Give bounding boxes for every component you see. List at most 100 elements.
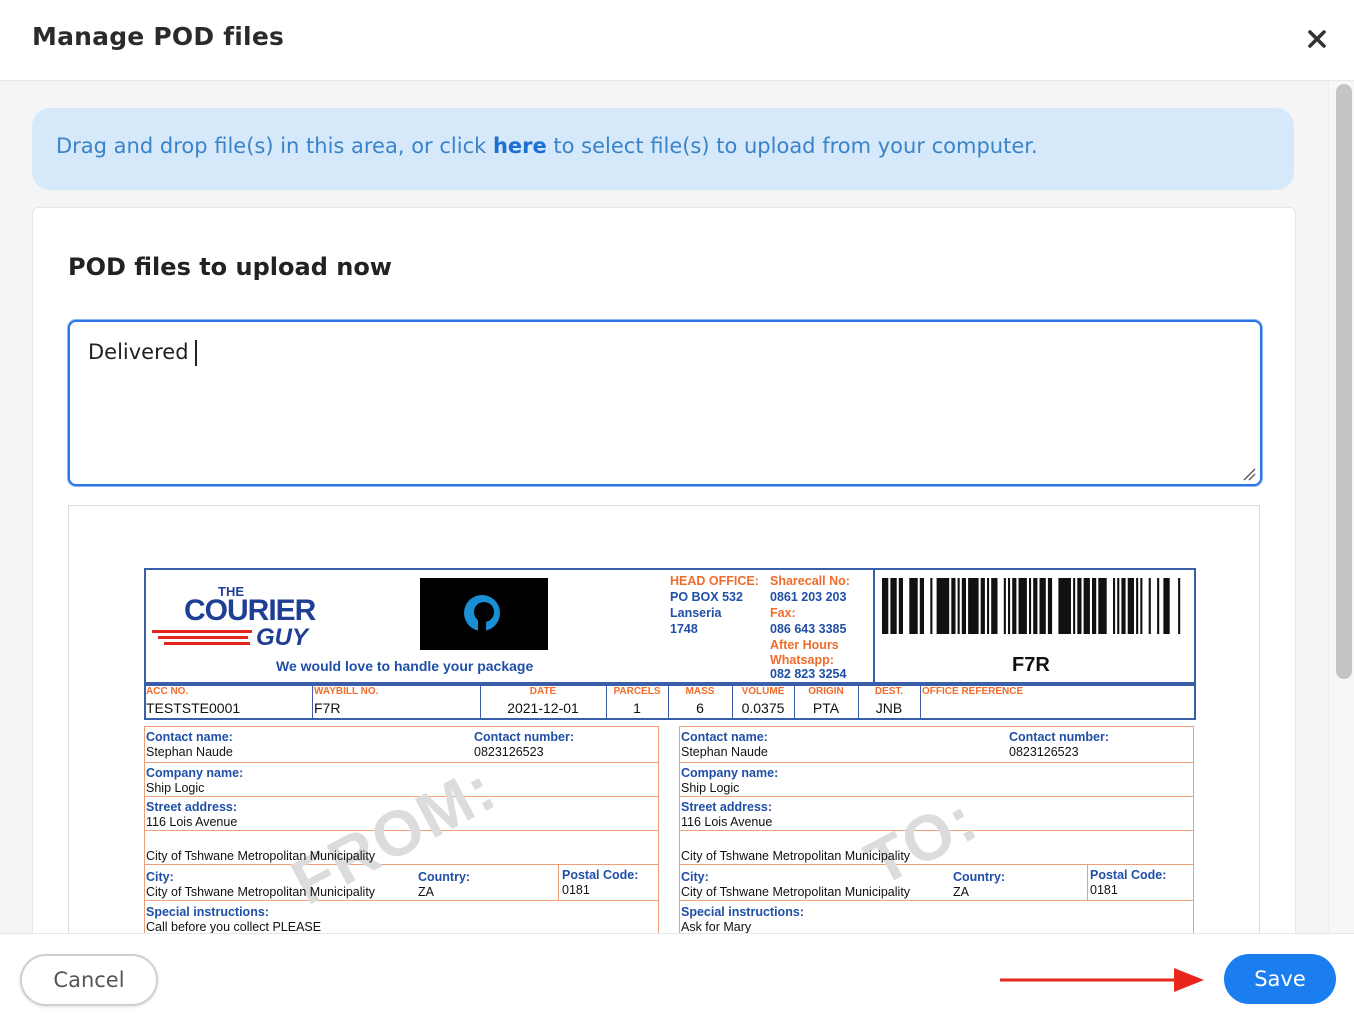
waybill-tagline: We would love to handle your package bbox=[276, 658, 534, 674]
to-contact-name-label: Contact name: bbox=[681, 730, 768, 744]
file-dropzone[interactable]: Drag and drop file(s) in this area, or c… bbox=[32, 108, 1294, 190]
resize-handle-icon[interactable] bbox=[1242, 467, 1256, 481]
from-company: Ship Logic bbox=[146, 781, 205, 795]
dropzone-text: Drag and drop file(s) in this area, or c… bbox=[56, 134, 1038, 158]
waybill-field-divider bbox=[920, 684, 921, 718]
logo-stripe bbox=[152, 630, 252, 633]
save-button[interactable]: Save bbox=[1224, 954, 1336, 1004]
barcode-bar bbox=[991, 578, 998, 634]
cancel-button[interactable]: Cancel bbox=[20, 954, 158, 1006]
barcode-bar bbox=[1083, 578, 1090, 634]
after-hours-label: After Hours bbox=[770, 638, 839, 652]
rule bbox=[1087, 864, 1088, 900]
to-special: Ask for Mary bbox=[681, 920, 752, 934]
to-company-label: Company name: bbox=[681, 766, 779, 780]
barcode-bar bbox=[1033, 578, 1038, 634]
dialog-footer: Cancel Save bbox=[0, 933, 1354, 1021]
barcode-bar bbox=[1039, 578, 1046, 634]
annotation-arrow-icon bbox=[1000, 968, 1204, 992]
waybill-field-label: MASS bbox=[685, 686, 715, 697]
barcode-bar bbox=[1098, 578, 1107, 634]
barcode-bar bbox=[1092, 578, 1097, 634]
whatsapp-value: 082 823 3254 bbox=[770, 667, 847, 681]
barcode-bar bbox=[987, 578, 990, 634]
barcode-bar bbox=[1163, 578, 1170, 634]
barcode-bar bbox=[1157, 578, 1160, 634]
rule bbox=[679, 762, 1194, 763]
rule bbox=[679, 726, 1194, 727]
sharecall-label: Sharecall No: bbox=[770, 574, 850, 588]
to-street-label: Street address: bbox=[681, 800, 773, 814]
waybill-field-divider bbox=[312, 684, 313, 718]
to-special-label: Special instructions: bbox=[681, 905, 804, 919]
barcode-bar bbox=[1003, 578, 1006, 634]
rule bbox=[144, 726, 659, 727]
barcode-bar bbox=[1113, 578, 1116, 634]
barcode-bar bbox=[1077, 578, 1082, 634]
waybill-field-divider bbox=[732, 684, 733, 718]
fax-label: Fax: bbox=[770, 606, 796, 620]
barcode-bar bbox=[882, 578, 889, 634]
barcode-bar bbox=[1047, 578, 1053, 634]
waybill-field-label: ACC NO. bbox=[146, 686, 189, 697]
rule bbox=[144, 726, 145, 946]
text-caret bbox=[194, 340, 197, 366]
barcode-bar bbox=[980, 578, 985, 634]
barcode-bar bbox=[930, 578, 933, 634]
note-textarea[interactable]: Delivered bbox=[68, 320, 1262, 486]
waybill-field-label: OFFICE REFERENCE bbox=[922, 686, 1024, 697]
waybill-field-value: 6 bbox=[696, 700, 704, 716]
logo-stripe bbox=[164, 642, 250, 645]
close-button[interactable] bbox=[1300, 22, 1334, 56]
waybill-divider bbox=[873, 568, 875, 684]
scrollbar-thumb[interactable] bbox=[1336, 84, 1352, 679]
waybill-field-value: JNB bbox=[875, 700, 903, 716]
barcode-bar bbox=[1178, 578, 1181, 634]
to-street: 116 Lois Avenue bbox=[681, 815, 773, 829]
logo-text: GUY bbox=[256, 624, 309, 651]
waybill-field-divider bbox=[606, 684, 607, 718]
from-company-label: Company name: bbox=[146, 766, 244, 780]
to-country: ZA bbox=[953, 885, 969, 899]
waybill-field-value: TESTSTE0001 bbox=[146, 700, 241, 716]
fax-value: 086 643 3385 bbox=[770, 622, 847, 636]
to-contact-number-label: Contact number: bbox=[1009, 730, 1109, 744]
head-office-line: 1748 bbox=[670, 622, 698, 636]
from-postal-label: Postal Code: bbox=[562, 868, 639, 882]
from-city-label: City: bbox=[146, 870, 174, 884]
profile-icon bbox=[464, 595, 500, 634]
waybill-field-value: 0.0375 bbox=[741, 700, 785, 716]
from-contact-name-label: Contact name: bbox=[146, 730, 233, 744]
waybill-field-divider bbox=[668, 684, 669, 718]
rule bbox=[558, 864, 559, 900]
barcode-bar bbox=[1136, 578, 1139, 634]
rule bbox=[144, 900, 659, 901]
waybill-field-label: WAYBILL NO. bbox=[314, 686, 379, 697]
barcode-bar bbox=[1073, 578, 1076, 634]
dialog-header: Manage POD files bbox=[0, 0, 1354, 81]
barcode-bar bbox=[957, 578, 960, 634]
barcode-bar bbox=[968, 578, 979, 634]
logo-stripe bbox=[158, 636, 248, 639]
from-contact-number-label: Contact number: bbox=[474, 730, 574, 744]
barcode-bar bbox=[1140, 578, 1143, 634]
to-postal-label: Postal Code: bbox=[1090, 868, 1167, 882]
head-office-line: Lanseria bbox=[670, 606, 722, 620]
rule bbox=[679, 726, 680, 946]
barcode-bar bbox=[936, 578, 950, 634]
barcode-bar bbox=[1121, 578, 1126, 634]
barcode-bar bbox=[1127, 578, 1134, 634]
from-street: 116 Lois Avenue bbox=[146, 815, 238, 829]
barcode-bar bbox=[1058, 578, 1071, 634]
from-contact-name: Stephan Naude bbox=[146, 745, 233, 759]
rule bbox=[1193, 726, 1194, 946]
rule bbox=[658, 726, 659, 946]
select-files-link[interactable]: here bbox=[493, 134, 547, 158]
rule bbox=[144, 762, 659, 763]
waybill-field-value: 2021-12-01 bbox=[507, 700, 579, 716]
waybill-field-divider bbox=[794, 684, 795, 718]
waybill-field-value: PTA bbox=[812, 700, 840, 716]
logo-text: COURIER bbox=[184, 594, 316, 627]
dropzone-text-before: Drag and drop file(s) in this area, or c… bbox=[56, 134, 493, 158]
note-value: Delivered bbox=[88, 340, 197, 366]
